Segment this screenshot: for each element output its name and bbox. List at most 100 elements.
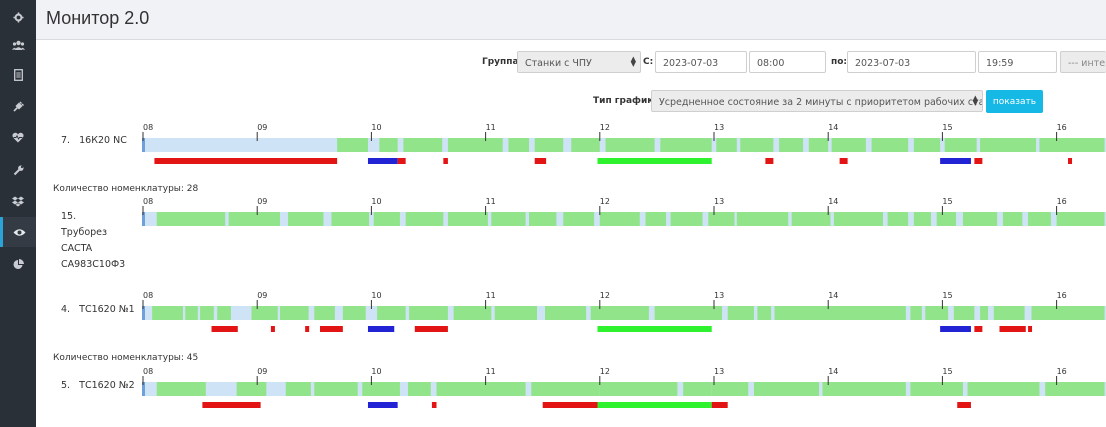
hour-tick-label: 15 xyxy=(942,123,952,132)
timeline-work-segment xyxy=(716,138,737,152)
hour-tick-label: 09 xyxy=(257,291,267,300)
timeline-work-segment xyxy=(280,306,309,320)
hour-tick-label: 13 xyxy=(714,123,724,132)
event-bar-blue xyxy=(367,158,398,164)
hour-tick-label: 12 xyxy=(600,367,610,376)
event-bar-red xyxy=(974,326,983,332)
timeline-work-segment xyxy=(711,382,749,396)
hour-tick-label: 13 xyxy=(714,197,724,206)
event-bar-red xyxy=(211,326,238,332)
timeline-work-segment xyxy=(808,138,829,152)
timeline-work-segment xyxy=(156,382,206,396)
event-bar-red xyxy=(397,158,406,164)
event-bar-blue xyxy=(940,326,971,332)
timeline-work-segment xyxy=(337,138,368,152)
hour-tick-label: 13 xyxy=(714,291,724,300)
event-bar-red xyxy=(534,158,547,164)
timeline-work-segment xyxy=(1031,306,1105,320)
timeline-work-segment xyxy=(757,306,772,320)
hour-tick-label: 15 xyxy=(942,291,952,300)
event-bar-red xyxy=(1028,326,1033,332)
timeline-work-segment xyxy=(362,382,400,396)
hour-tick-label: 08 xyxy=(143,197,153,206)
hour-tick-label: 09 xyxy=(257,367,267,376)
event-bar-red xyxy=(542,402,598,408)
timeline-work-segment xyxy=(910,306,922,320)
timeline-work-segment xyxy=(871,138,909,152)
timeline-work-segment xyxy=(831,138,866,152)
timeline-work-segment xyxy=(660,138,712,152)
timeline-work-segment xyxy=(779,138,804,152)
timeline-work-segment xyxy=(405,212,444,226)
hour-tick-label: 11 xyxy=(486,197,496,206)
timeline-work-segment xyxy=(200,306,214,320)
timeline-work-segment xyxy=(645,212,667,226)
timeline-work-segment xyxy=(409,306,448,320)
event-bar-red xyxy=(957,402,971,408)
timeline-work-segment xyxy=(285,382,311,396)
hour-tick-label: 09 xyxy=(257,123,267,132)
timeline-work-segment xyxy=(377,306,406,320)
timeline-work-segment xyxy=(403,138,443,152)
timeline-work-segment xyxy=(980,138,1037,152)
timeline-work-segment xyxy=(683,382,712,396)
timeline-work-segment xyxy=(1045,382,1105,396)
timeline-work-segment xyxy=(605,138,655,152)
timeline-work-segment xyxy=(342,306,366,320)
event-bar-red xyxy=(154,158,338,164)
hour-tick-label: 16 xyxy=(1057,291,1067,300)
timeline-work-segment xyxy=(740,138,774,152)
event-bar-red xyxy=(305,326,310,332)
timeline-work-segment xyxy=(1056,212,1105,226)
timeline-work-segment xyxy=(753,382,820,396)
event-bar-green-bright xyxy=(597,402,712,408)
hour-tick-label: 14 xyxy=(828,367,838,376)
timeline-work-segment xyxy=(936,212,957,226)
hour-tick-label: 14 xyxy=(828,123,838,132)
hour-tick-label: 16 xyxy=(1057,197,1067,206)
event-bar-red xyxy=(1068,158,1073,164)
timeline-work-segment xyxy=(544,306,587,320)
timeline-work-segment xyxy=(962,212,998,226)
timeline-work-segment xyxy=(236,382,267,396)
hour-tick-label: 09 xyxy=(257,197,267,206)
timeline-work-segment xyxy=(925,306,949,320)
hour-tick-label: 13 xyxy=(714,367,724,376)
timeline-work-segment xyxy=(228,212,281,226)
hour-tick-label: 08 xyxy=(143,123,153,132)
event-bar-red xyxy=(414,326,448,332)
event-bar-red xyxy=(202,402,261,408)
timeline-work-segment xyxy=(599,382,678,396)
timeline-work-segment xyxy=(913,138,941,152)
timeline-work-segment xyxy=(1039,138,1105,152)
timeline-work-segment xyxy=(379,138,398,152)
timeline-work-segment xyxy=(156,212,226,226)
event-bar-red xyxy=(443,158,448,164)
event-bar-red xyxy=(839,158,848,164)
timeline-work-segment xyxy=(185,306,198,320)
hour-tick-label: 12 xyxy=(600,291,610,300)
hour-tick-label: 10 xyxy=(371,197,381,206)
hour-tick-label: 14 xyxy=(828,291,838,300)
hour-tick-label: 15 xyxy=(942,367,952,376)
timeline-work-segment xyxy=(980,306,989,320)
timeline-work-segment xyxy=(288,212,324,226)
timeline-work-segment xyxy=(913,212,931,226)
timeline-work-segment xyxy=(314,306,335,320)
hour-tick-label: 10 xyxy=(371,123,381,132)
timeline-work-segment xyxy=(314,382,358,396)
timeline-work-segment xyxy=(528,212,557,226)
event-bar-red xyxy=(711,402,728,408)
timeline-work-segment xyxy=(736,212,789,226)
hour-tick-label: 12 xyxy=(600,123,610,132)
timeline-work-segment xyxy=(373,212,400,226)
timeline-work-segment xyxy=(217,306,231,320)
timeline-work-segment xyxy=(491,212,526,226)
timeline-work-segment xyxy=(727,306,754,320)
timeline-work-segment xyxy=(571,138,600,152)
hour-tick-label: 11 xyxy=(486,291,496,300)
timeline-work-segment xyxy=(599,212,640,226)
hour-tick-label: 16 xyxy=(1057,123,1067,132)
timeline-work-segment xyxy=(331,212,370,226)
timeline-work-segment xyxy=(1002,212,1023,226)
